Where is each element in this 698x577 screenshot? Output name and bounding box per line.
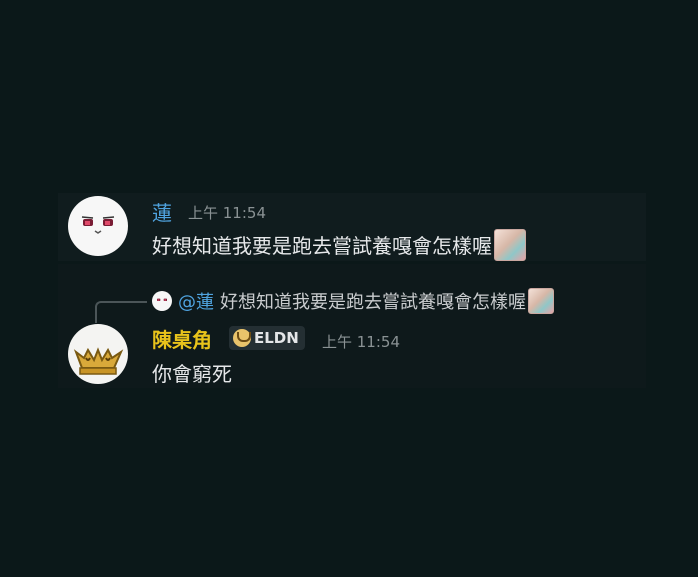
face-avatar-icon: [157, 298, 167, 301]
timestamp: 上午 11:54: [188, 204, 266, 222]
message-text: 好想知道我要是跑去嘗試養嘎會怎樣喔: [152, 234, 492, 258]
reply-preview-text: 好想知道我要是跑去嘗試養嘎會怎樣喔: [220, 288, 554, 314]
message-content: 你會窮死: [152, 362, 232, 386]
user-avatar[interactable]: [68, 324, 128, 384]
author-name[interactable]: 陳桌角: [152, 324, 212, 353]
badge-label: ELDN: [254, 329, 299, 347]
reply-reference[interactable]: @蓮 好想知道我要是跑去嘗試養嘎會怎樣喔: [152, 288, 554, 314]
crown-avatar-icon: [73, 347, 124, 375]
reply-connector: [95, 301, 147, 323]
user-avatar[interactable]: [68, 196, 128, 256]
face-avatar-icon: [81, 216, 115, 234]
timestamp: 上午 11:54: [322, 333, 400, 351]
reply-mention[interactable]: @蓮: [178, 288, 214, 314]
chat-message[interactable]: 蓮 上午 11:54 好想知道我要是跑去嘗試養嘎會怎樣喔: [58, 193, 646, 261]
custom-emoji-icon: [528, 288, 554, 314]
reply-preview-content: 好想知道我要是跑去嘗試養嘎會怎樣喔: [220, 292, 526, 313]
eldn-badge-icon: [233, 329, 251, 347]
custom-emoji-icon[interactable]: [494, 229, 526, 261]
chat-message-reply[interactable]: @蓮 好想知道我要是跑去嘗試養嘎會怎樣喔 陳桌角 ELDN 上午 11:54 你…: [58, 264, 646, 388]
server-tag-badge[interactable]: ELDN: [229, 326, 305, 350]
reply-avatar: [152, 291, 172, 311]
author-name[interactable]: 蓮: [152, 197, 172, 226]
message-content: 好想知道我要是跑去嘗試養嘎會怎樣喔: [152, 229, 526, 261]
